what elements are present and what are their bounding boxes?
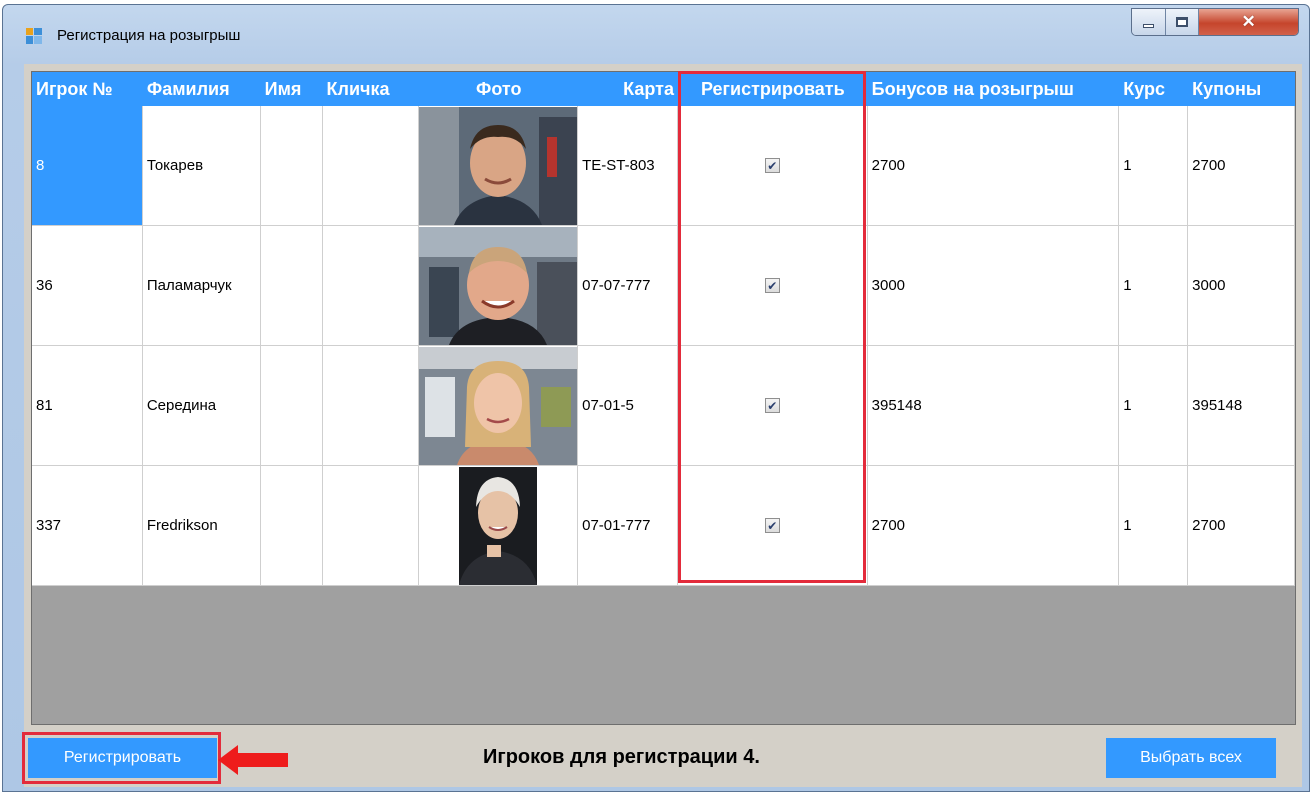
column-header-surname[interactable]: Фамилия	[143, 72, 261, 106]
cell-surname[interactable]: Середина	[142, 346, 261, 466]
player-photo	[419, 226, 578, 345]
column-header-photo[interactable]: Фото	[419, 72, 578, 106]
cell-rate[interactable]: 1	[1119, 346, 1189, 466]
cell-register[interactable]: ✔	[677, 466, 868, 586]
cell-coupons[interactable]: 395148	[1188, 346, 1295, 466]
arrow-left-icon	[218, 745, 288, 775]
cell-rate[interactable]: 1	[1119, 106, 1189, 226]
register-checkbox[interactable]: ✔	[764, 398, 780, 413]
column-header-nickname[interactable]: Кличка	[323, 72, 420, 106]
minimize-button[interactable]	[1132, 9, 1166, 35]
cell-player-no[interactable]: 36	[32, 226, 143, 346]
cell-card[interactable]: 07-07-777	[578, 226, 678, 346]
grid-header: Игрок № Фамилия Имя Кличка Фото Карта Ре…	[32, 72, 1295, 106]
cell-nickname[interactable]	[322, 466, 420, 586]
cell-photo[interactable]	[419, 346, 579, 466]
cell-bonus[interactable]: 395148	[867, 346, 1120, 466]
cell-register[interactable]: ✔	[677, 226, 868, 346]
cell-card[interactable]: 07-01-5	[578, 346, 678, 466]
column-header-coupons[interactable]: Купоны	[1188, 72, 1295, 106]
cell-photo[interactable]	[419, 466, 579, 586]
cell-bonus[interactable]: 2700	[867, 466, 1120, 586]
table-row[interactable]: 337 Fredrikson 07-01-777 ✔ 2700 1 2700	[32, 466, 1295, 586]
maximize-icon	[1175, 17, 1188, 27]
status-text: Игроков для регистрации 4.	[483, 746, 760, 768]
players-grid[interactable]: Игрок № Фамилия Имя Кличка Фото Карта Ре…	[31, 71, 1296, 725]
player-photo	[419, 106, 578, 225]
select-all-button[interactable]: Выбрать всех	[1106, 738, 1276, 778]
cell-register[interactable]: ✔	[677, 106, 868, 226]
table-row[interactable]: 81 Середина 07-01-5 ✔ 395148 1 395148	[32, 346, 1295, 466]
window-title: Регистрация на розыгрыш	[57, 27, 241, 44]
cell-player-no[interactable]: 81	[32, 346, 143, 466]
cell-rate[interactable]: 1	[1119, 226, 1189, 346]
cell-rate[interactable]: 1	[1119, 466, 1189, 586]
cell-surname[interactable]: Fredrikson	[142, 466, 261, 586]
column-header-card[interactable]: Карта	[578, 72, 678, 106]
register-checkbox[interactable]: ✔	[764, 278, 780, 293]
cell-register[interactable]: ✔	[677, 346, 868, 466]
column-header-player-no[interactable]: Игрок №	[32, 72, 143, 106]
app-icon	[25, 27, 43, 45]
window-controls: ✕	[1131, 8, 1299, 36]
cell-name[interactable]	[260, 466, 323, 586]
column-header-register[interactable]: Регистрировать	[678, 72, 868, 106]
cell-photo[interactable]	[419, 226, 579, 346]
title-bar[interactable]: Регистрация на розыгрыш ✕	[3, 5, 1309, 63]
cell-name[interactable]	[260, 106, 323, 226]
cell-bonus[interactable]: 2700	[867, 106, 1120, 226]
cell-nickname[interactable]	[322, 346, 420, 466]
column-header-rate[interactable]: Курс	[1119, 72, 1188, 106]
cell-name[interactable]	[260, 226, 323, 346]
cell-card[interactable]: 07-01-777	[578, 466, 678, 586]
minimize-icon	[1142, 24, 1154, 28]
player-photo	[419, 346, 578, 465]
cell-surname[interactable]: Паламарчук	[142, 226, 261, 346]
register-button[interactable]: Регистрировать	[28, 738, 217, 778]
cell-surname[interactable]: Токарев	[142, 106, 261, 226]
cell-player-no[interactable]: 8	[32, 106, 143, 226]
cell-photo[interactable]	[419, 106, 579, 226]
table-row[interactable]: 8 Токарев TE-ST-803 ✔ 2700 1 2700	[32, 106, 1295, 226]
cell-coupons[interactable]: 2700	[1188, 106, 1295, 226]
cell-card[interactable]: TE-ST-803	[578, 106, 678, 226]
cell-name[interactable]	[260, 346, 323, 466]
cell-bonus[interactable]: 3000	[867, 226, 1120, 346]
close-icon: ✕	[1241, 12, 1256, 31]
maximize-button[interactable]	[1165, 9, 1200, 35]
register-checkbox[interactable]: ✔	[764, 518, 780, 533]
register-checkbox[interactable]: ✔	[764, 158, 780, 173]
cell-coupons[interactable]: 3000	[1188, 226, 1295, 346]
registration-window: Регистрация на розыгрыш ✕ Игрок № Фамили…	[2, 4, 1310, 792]
cell-player-no[interactable]: 337	[32, 466, 143, 586]
grid-body: 8 Токарев TE-ST-803 ✔ 2700 1 2700 36 Пал…	[32, 106, 1295, 586]
table-row[interactable]: 36 Паламарчук 07-07-777 ✔ 3000 1 3000	[32, 226, 1295, 346]
column-header-bonus[interactable]: Бонусов на розыгрыш	[868, 72, 1120, 106]
client-area: Игрок № Фамилия Имя Кличка Фото Карта Ре…	[22, 64, 1302, 787]
cell-coupons[interactable]: 2700	[1188, 466, 1295, 586]
cell-nickname[interactable]	[322, 226, 420, 346]
cell-nickname[interactable]	[322, 106, 420, 226]
player-photo	[459, 466, 538, 585]
column-header-name[interactable]: Имя	[261, 72, 323, 106]
close-button[interactable]: ✕	[1199, 9, 1298, 35]
